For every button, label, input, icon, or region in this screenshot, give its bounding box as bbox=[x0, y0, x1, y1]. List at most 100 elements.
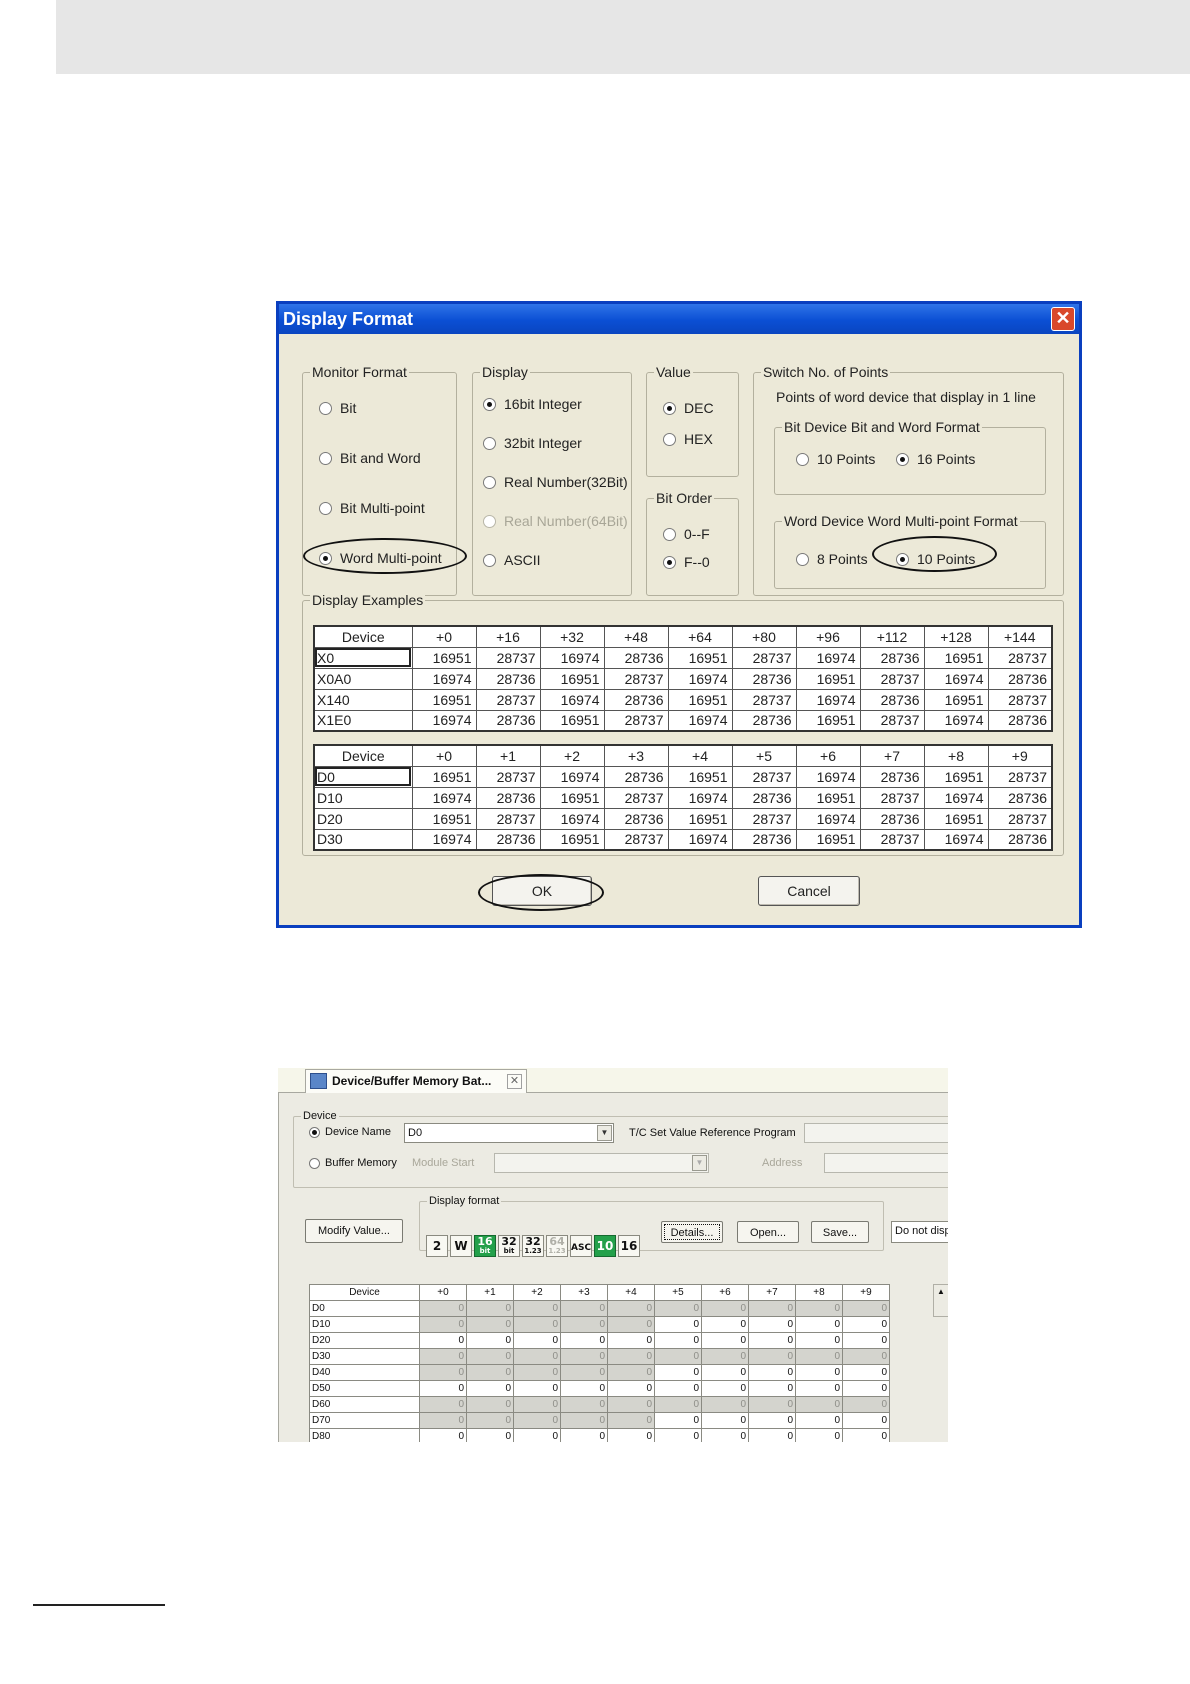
value-cell[interactable]: 0 bbox=[466, 1380, 514, 1397]
value-cell[interactable]: 0 bbox=[654, 1316, 702, 1333]
value-cell[interactable]: 0 bbox=[748, 1316, 796, 1333]
value-cell[interactable]: 0 bbox=[607, 1364, 655, 1381]
value-cell[interactable]: 0 bbox=[607, 1316, 655, 1333]
tab-close-icon[interactable]: ✕ bbox=[507, 1074, 522, 1089]
value-cell[interactable]: 0 bbox=[701, 1348, 749, 1365]
value-cell[interactable]: 0 bbox=[795, 1428, 843, 1442]
bit-device-10-points-radio[interactable]: 10 Points bbox=[796, 450, 875, 468]
scroll-up-icon[interactable]: ▲ bbox=[937, 1287, 945, 1296]
value-cell[interactable]: 0 bbox=[795, 1300, 843, 1317]
value-cell[interactable]: 0 bbox=[513, 1348, 561, 1365]
bit-order-f0-radio[interactable]: F--0 bbox=[663, 553, 710, 571]
value-cell[interactable]: 0 bbox=[513, 1396, 561, 1413]
value-cell[interactable]: 0 bbox=[795, 1316, 843, 1333]
vertical-scrollbar[interactable]: ▲ bbox=[933, 1284, 948, 1317]
value-cell[interactable]: 0 bbox=[419, 1300, 467, 1317]
value-cell[interactable]: 0 bbox=[560, 1364, 608, 1381]
value-cell[interactable]: 0 bbox=[466, 1332, 514, 1349]
value-cell[interactable]: 0 bbox=[842, 1428, 890, 1442]
value-cell[interactable]: 0 bbox=[748, 1300, 796, 1317]
table-row[interactable]: D20 0 0 0 0 0 0 0 0 0 0 bbox=[309, 1332, 890, 1349]
value-cell[interactable]: 0 bbox=[466, 1428, 514, 1442]
details-button[interactable]: Details... bbox=[661, 1221, 723, 1243]
value-cell[interactable]: 0 bbox=[607, 1428, 655, 1442]
value-cell[interactable]: 0 bbox=[654, 1428, 702, 1442]
ok-button[interactable]: OK bbox=[492, 876, 592, 906]
value-cell[interactable]: 0 bbox=[560, 1332, 608, 1349]
value-cell[interactable]: 0 bbox=[654, 1348, 702, 1365]
value-cell[interactable]: 0 bbox=[842, 1412, 890, 1429]
value-cell[interactable]: 0 bbox=[842, 1380, 890, 1397]
device-name-radio[interactable]: Device Name bbox=[309, 1125, 391, 1139]
value-cell[interactable]: 0 bbox=[654, 1364, 702, 1381]
value-cell[interactable]: 0 bbox=[701, 1380, 749, 1397]
value-cell[interactable]: 0 bbox=[513, 1300, 561, 1317]
value-cell[interactable]: 0 bbox=[513, 1316, 561, 1333]
cancel-button[interactable]: Cancel bbox=[758, 876, 860, 906]
word-device-8-points-radio[interactable]: 8 Points bbox=[796, 550, 868, 568]
display-option-select[interactable]: Do not disp bbox=[891, 1221, 948, 1243]
table-row[interactable]: D80 0 0 0 0 0 0 0 0 0 0 bbox=[309, 1428, 890, 1442]
value-cell[interactable]: 0 bbox=[654, 1300, 702, 1317]
format-button[interactable]: ASC bbox=[570, 1235, 592, 1257]
monitor-format-bit-radio[interactable]: Bit bbox=[319, 399, 356, 417]
monitor-format-word-multipoint-radio[interactable]: Word Multi-point bbox=[319, 549, 442, 567]
format-button[interactable]: W bbox=[450, 1235, 472, 1257]
format-button[interactable]: 2 bbox=[426, 1235, 448, 1257]
value-cell[interactable]: 0 bbox=[607, 1300, 655, 1317]
value-cell[interactable]: 0 bbox=[842, 1396, 890, 1413]
value-cell[interactable]: 0 bbox=[842, 1364, 890, 1381]
monitor-format-bit-word-radio[interactable]: Bit and Word bbox=[319, 449, 421, 467]
value-cell[interactable]: 0 bbox=[560, 1300, 608, 1317]
value-cell[interactable]: 0 bbox=[419, 1316, 467, 1333]
value-cell[interactable]: 0 bbox=[419, 1364, 467, 1381]
value-cell[interactable]: 0 bbox=[513, 1380, 561, 1397]
value-cell[interactable]: 0 bbox=[701, 1396, 749, 1413]
value-cell[interactable]: 0 bbox=[748, 1332, 796, 1349]
device-name-input[interactable]: D0 ▼ bbox=[404, 1123, 614, 1143]
value-cell[interactable]: 0 bbox=[701, 1364, 749, 1381]
value-cell[interactable]: 0 bbox=[701, 1316, 749, 1333]
value-cell[interactable]: 0 bbox=[560, 1396, 608, 1413]
value-cell[interactable]: 0 bbox=[748, 1412, 796, 1429]
value-cell[interactable]: 0 bbox=[748, 1348, 796, 1365]
value-cell[interactable]: 0 bbox=[513, 1332, 561, 1349]
table-row[interactable]: D40 0 0 0 0 0 0 0 0 0 0 bbox=[309, 1364, 890, 1381]
value-cell[interactable]: 0 bbox=[419, 1412, 467, 1429]
monitor-format-bit-multipoint-radio[interactable]: Bit Multi-point bbox=[319, 499, 425, 517]
value-cell[interactable]: 0 bbox=[419, 1396, 467, 1413]
value-cell[interactable]: 0 bbox=[795, 1412, 843, 1429]
value-cell[interactable]: 0 bbox=[654, 1396, 702, 1413]
value-cell[interactable]: 0 bbox=[607, 1348, 655, 1365]
value-cell[interactable]: 0 bbox=[795, 1348, 843, 1365]
table-row[interactable]: D70 0 0 0 0 0 0 0 0 0 0 bbox=[309, 1412, 890, 1429]
value-cell[interactable]: 0 bbox=[466, 1316, 514, 1333]
value-dec-radio[interactable]: DEC bbox=[663, 399, 714, 417]
format-button[interactable]: 32 1.23 bbox=[522, 1235, 544, 1257]
open-button[interactable]: Open... bbox=[737, 1221, 799, 1243]
value-cell[interactable]: 0 bbox=[419, 1380, 467, 1397]
value-cell[interactable]: 0 bbox=[513, 1364, 561, 1381]
word-device-10-points-radio[interactable]: 10 Points bbox=[896, 550, 975, 568]
value-cell[interactable]: 0 bbox=[607, 1332, 655, 1349]
value-cell[interactable]: 0 bbox=[748, 1380, 796, 1397]
value-cell[interactable]: 0 bbox=[842, 1332, 890, 1349]
value-cell[interactable]: 0 bbox=[748, 1364, 796, 1381]
display-16bit-radio[interactable]: 16bit Integer bbox=[483, 395, 582, 413]
chevron-down-icon[interactable]: ▼ bbox=[597, 1125, 612, 1141]
value-cell[interactable]: 0 bbox=[607, 1412, 655, 1429]
table-row[interactable]: D10 0 0 0 0 0 0 0 0 0 0 bbox=[309, 1316, 890, 1333]
bit-device-16-points-radio[interactable]: 16 Points bbox=[896, 450, 975, 468]
value-hex-radio[interactable]: HEX bbox=[663, 430, 713, 448]
table-row[interactable]: D0 0 0 0 0 0 0 0 0 0 0 bbox=[309, 1300, 890, 1317]
value-cell[interactable]: 0 bbox=[654, 1332, 702, 1349]
table-row[interactable]: D60 0 0 0 0 0 0 0 0 0 0 bbox=[309, 1396, 890, 1413]
display-real32-radio[interactable]: Real Number(32Bit) bbox=[483, 473, 628, 491]
buffer-memory-radio[interactable]: Buffer Memory bbox=[309, 1156, 397, 1170]
value-cell[interactable]: 0 bbox=[513, 1428, 561, 1442]
value-cell[interactable]: 0 bbox=[560, 1412, 608, 1429]
display-ascii-radio[interactable]: ASCII bbox=[483, 551, 541, 569]
value-cell[interactable]: 0 bbox=[795, 1396, 843, 1413]
display-32bit-radio[interactable]: 32bit Integer bbox=[483, 434, 582, 452]
value-cell[interactable]: 0 bbox=[513, 1412, 561, 1429]
